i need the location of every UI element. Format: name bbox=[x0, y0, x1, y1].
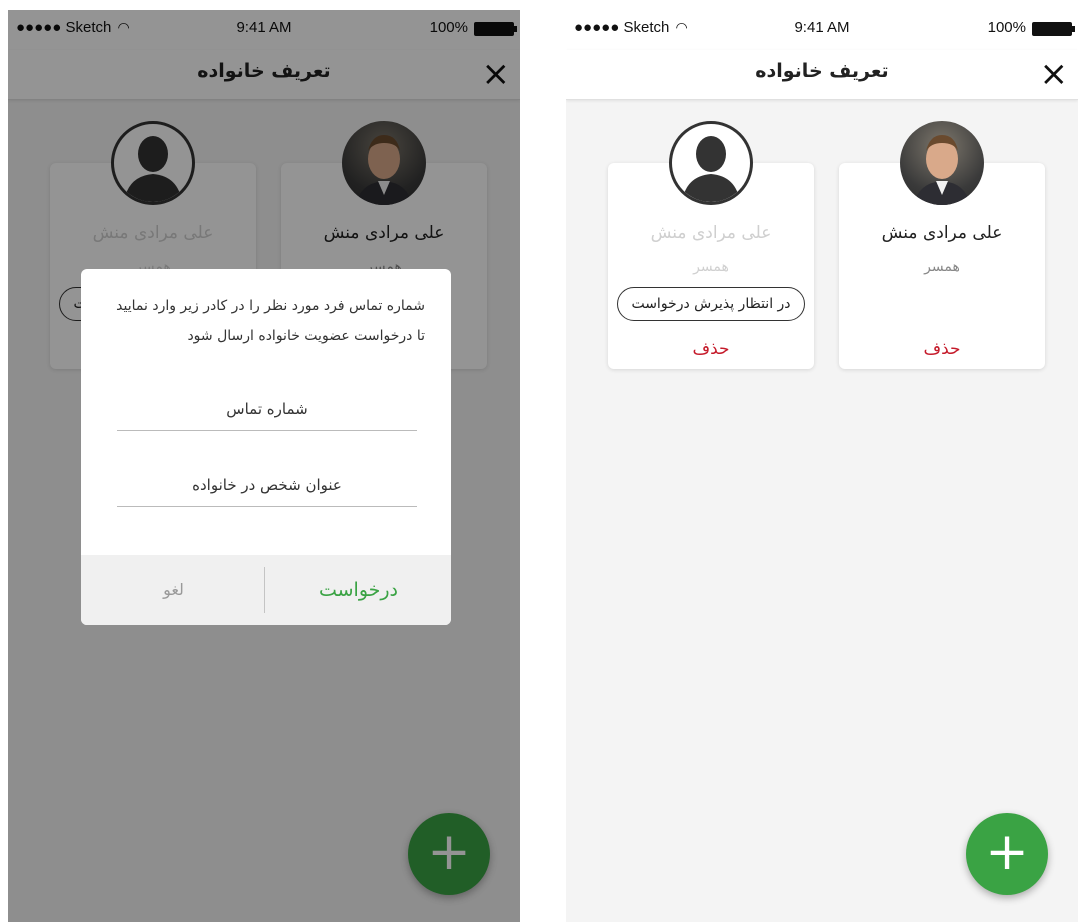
close-icon[interactable]: × bbox=[1040, 54, 1069, 94]
avatar bbox=[900, 121, 984, 205]
delete-member-button[interactable]: حذف bbox=[839, 339, 1045, 359]
battery-icon bbox=[1032, 22, 1075, 36]
phone-number-input[interactable] bbox=[117, 387, 417, 431]
nav-bar: تعریف خانواده × bbox=[566, 50, 1078, 100]
member-card-pending: علی مرادی منش همسر در انتظار پذیرش درخوا… bbox=[608, 121, 814, 369]
phone-screen-add-member-dialog: ●●●●● Sketch ◠ 9:41 AM 100% تعریف خانواد… bbox=[8, 10, 520, 922]
member-name: علی مرادی منش bbox=[650, 223, 772, 243]
request-button[interactable]: درخواست bbox=[266, 555, 451, 625]
cancel-button[interactable]: لغو bbox=[81, 555, 266, 625]
add-member-button[interactable]: + bbox=[966, 813, 1048, 895]
add-member-dialog: شماره تماس فرد مورد نظر را در کادر زیر و… bbox=[81, 269, 451, 625]
member-role: همسر bbox=[924, 259, 960, 275]
delete-member-button[interactable]: حذف bbox=[608, 339, 814, 359]
member-card: علی مرادی منش همسر حذف bbox=[839, 121, 1045, 369]
status-bar: ●●●●● Sketch ◠ 9:41 AM 100% bbox=[566, 10, 1078, 50]
person-silhouette-icon bbox=[682, 136, 740, 202]
actions-divider bbox=[264, 567, 265, 613]
family-role-input[interactable] bbox=[117, 463, 417, 507]
member-name: علی مرادی منش bbox=[881, 223, 1003, 243]
battery-percent: 100% bbox=[987, 19, 1026, 36]
phone-screen-family-list: ●●●●● Sketch ◠ 9:41 AM 100% تعریف خانواد… bbox=[566, 10, 1078, 922]
dialog-message: شماره تماس فرد مورد نظر را در کادر زیر و… bbox=[116, 298, 425, 344]
dialog-actions: لغو درخواست bbox=[81, 555, 451, 625]
pending-status-badge: در انتظار پذیرش درخواست bbox=[617, 287, 805, 321]
avatar bbox=[669, 121, 753, 205]
page-title: تعریف خانواده bbox=[755, 60, 889, 82]
person-photo-icon bbox=[914, 135, 970, 205]
member-role: همسر bbox=[693, 259, 729, 275]
plus-icon: + bbox=[985, 822, 1029, 882]
